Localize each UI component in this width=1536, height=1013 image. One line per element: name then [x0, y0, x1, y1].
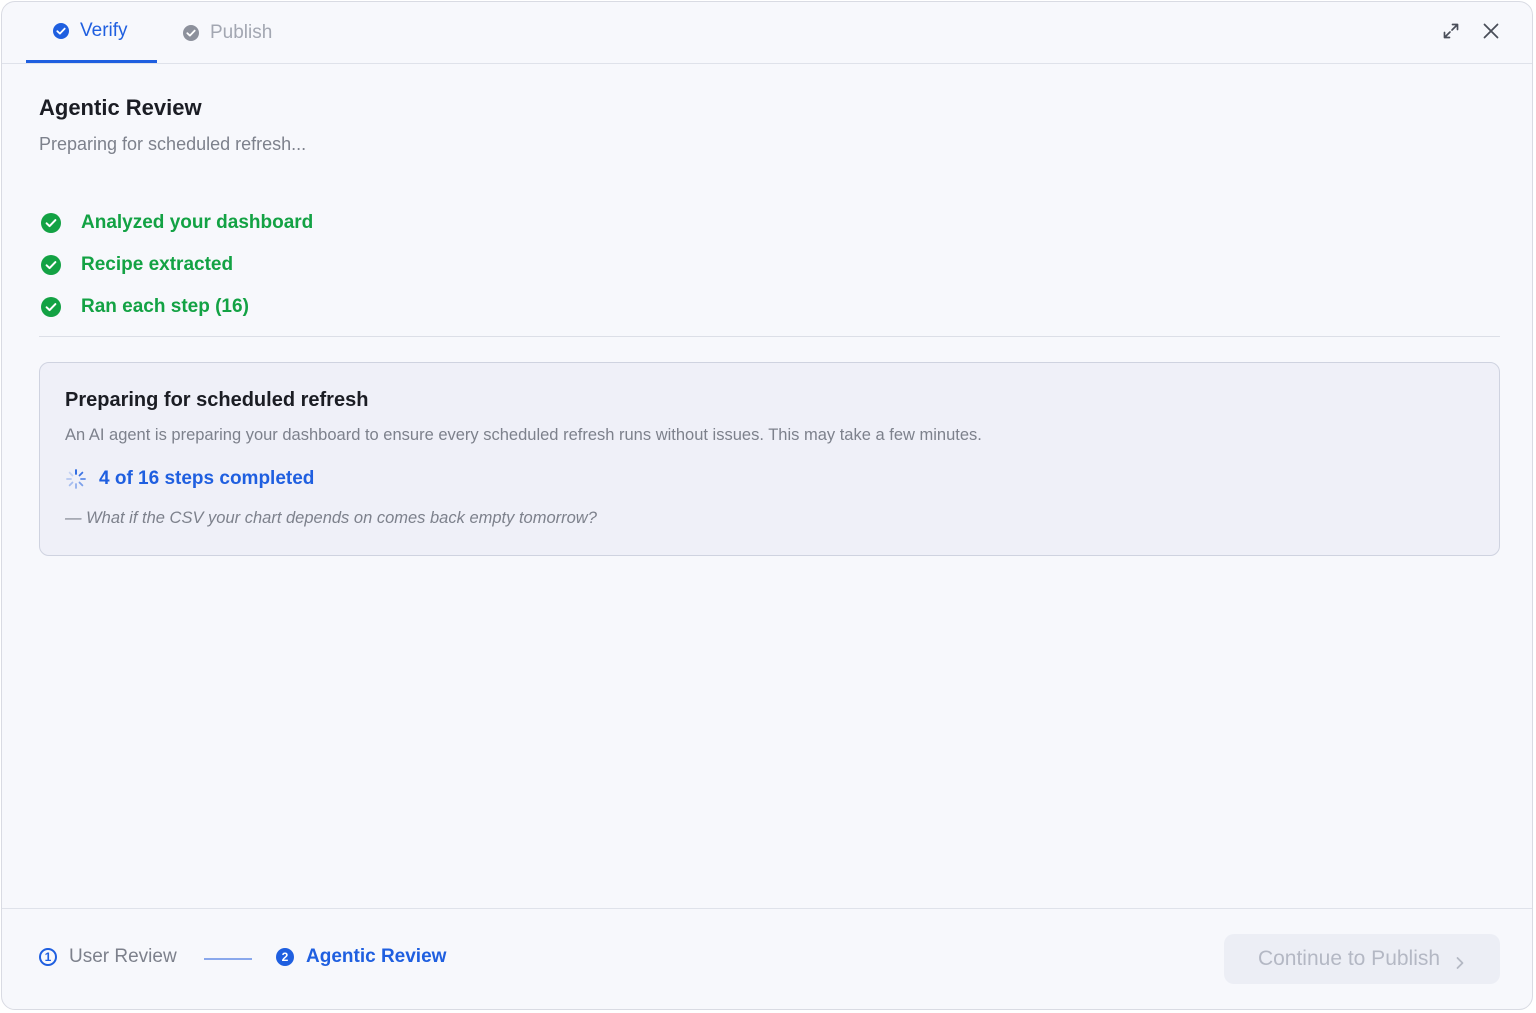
expand-icon — [1442, 22, 1460, 45]
list-item: Recipe extracted — [40, 244, 313, 286]
section-divider — [39, 336, 1500, 337]
close-icon — [1482, 22, 1500, 45]
progress-text: 4 of 16 steps completed — [99, 468, 315, 489]
refresh-status-card: Preparing for scheduled refresh An AI ag… — [39, 362, 1500, 556]
chevron-right-icon — [1454, 952, 1466, 969]
stepper-step-user-review[interactable]: 1 User Review — [39, 946, 177, 968]
page-title: Agentic Review — [39, 95, 202, 120]
check-circle-icon — [182, 24, 200, 42]
card-title: Preparing for scheduled refresh — [65, 389, 369, 411]
page-subtitle: Preparing for scheduled refresh... — [39, 134, 307, 154]
progress-status: 4 of 16 steps completed — [65, 468, 314, 490]
tab-verify[interactable]: Verify — [26, 2, 157, 63]
tab-publish-label: Publish — [210, 21, 273, 43]
completed-steps-list: Analyzed your dashboard Recipe extracted… — [40, 202, 313, 328]
stepper-connector — [204, 958, 252, 960]
step-label: Analyzed your dashboard — [81, 212, 314, 233]
step-label: Ran each step (16) — [81, 296, 249, 317]
card-quote: — What if the CSV your chart depends on … — [65, 509, 597, 527]
spinner-icon — [65, 468, 87, 490]
step-number: 1 — [39, 948, 57, 966]
dialog-footer: 1 User Review 2 Agentic Review Continue … — [2, 908, 1532, 1009]
continue-label: Continue to Publish — [1257, 947, 1441, 970]
card-description: An AI agent is preparing your dashboard … — [65, 426, 982, 444]
step-label: Agentic Review — [306, 946, 447, 967]
list-item: Ran each step (16) — [40, 286, 313, 328]
list-item: Analyzed your dashboard — [40, 202, 313, 244]
step-label: Recipe extracted — [81, 254, 234, 275]
step-number: 2 — [276, 948, 294, 966]
check-circle-icon — [40, 254, 62, 276]
review-dialog: Verify Publish Agentic Review Preparing … — [1, 1, 1533, 1010]
continue-to-publish-button[interactable]: Continue to Publish — [1224, 934, 1500, 984]
check-circle-icon — [52, 22, 70, 40]
check-circle-icon — [40, 296, 62, 318]
close-button[interactable] — [1478, 20, 1504, 46]
stepper-step-agentic-review[interactable]: 2 Agentic Review — [276, 946, 446, 968]
tab-publish[interactable]: Publish — [182, 2, 272, 63]
check-circle-icon — [40, 212, 62, 234]
tab-verify-label: Verify — [80, 20, 128, 41]
step-label: User Review — [69, 946, 177, 967]
dialog-header: Verify Publish — [2, 2, 1532, 64]
expand-button[interactable] — [1438, 20, 1464, 46]
